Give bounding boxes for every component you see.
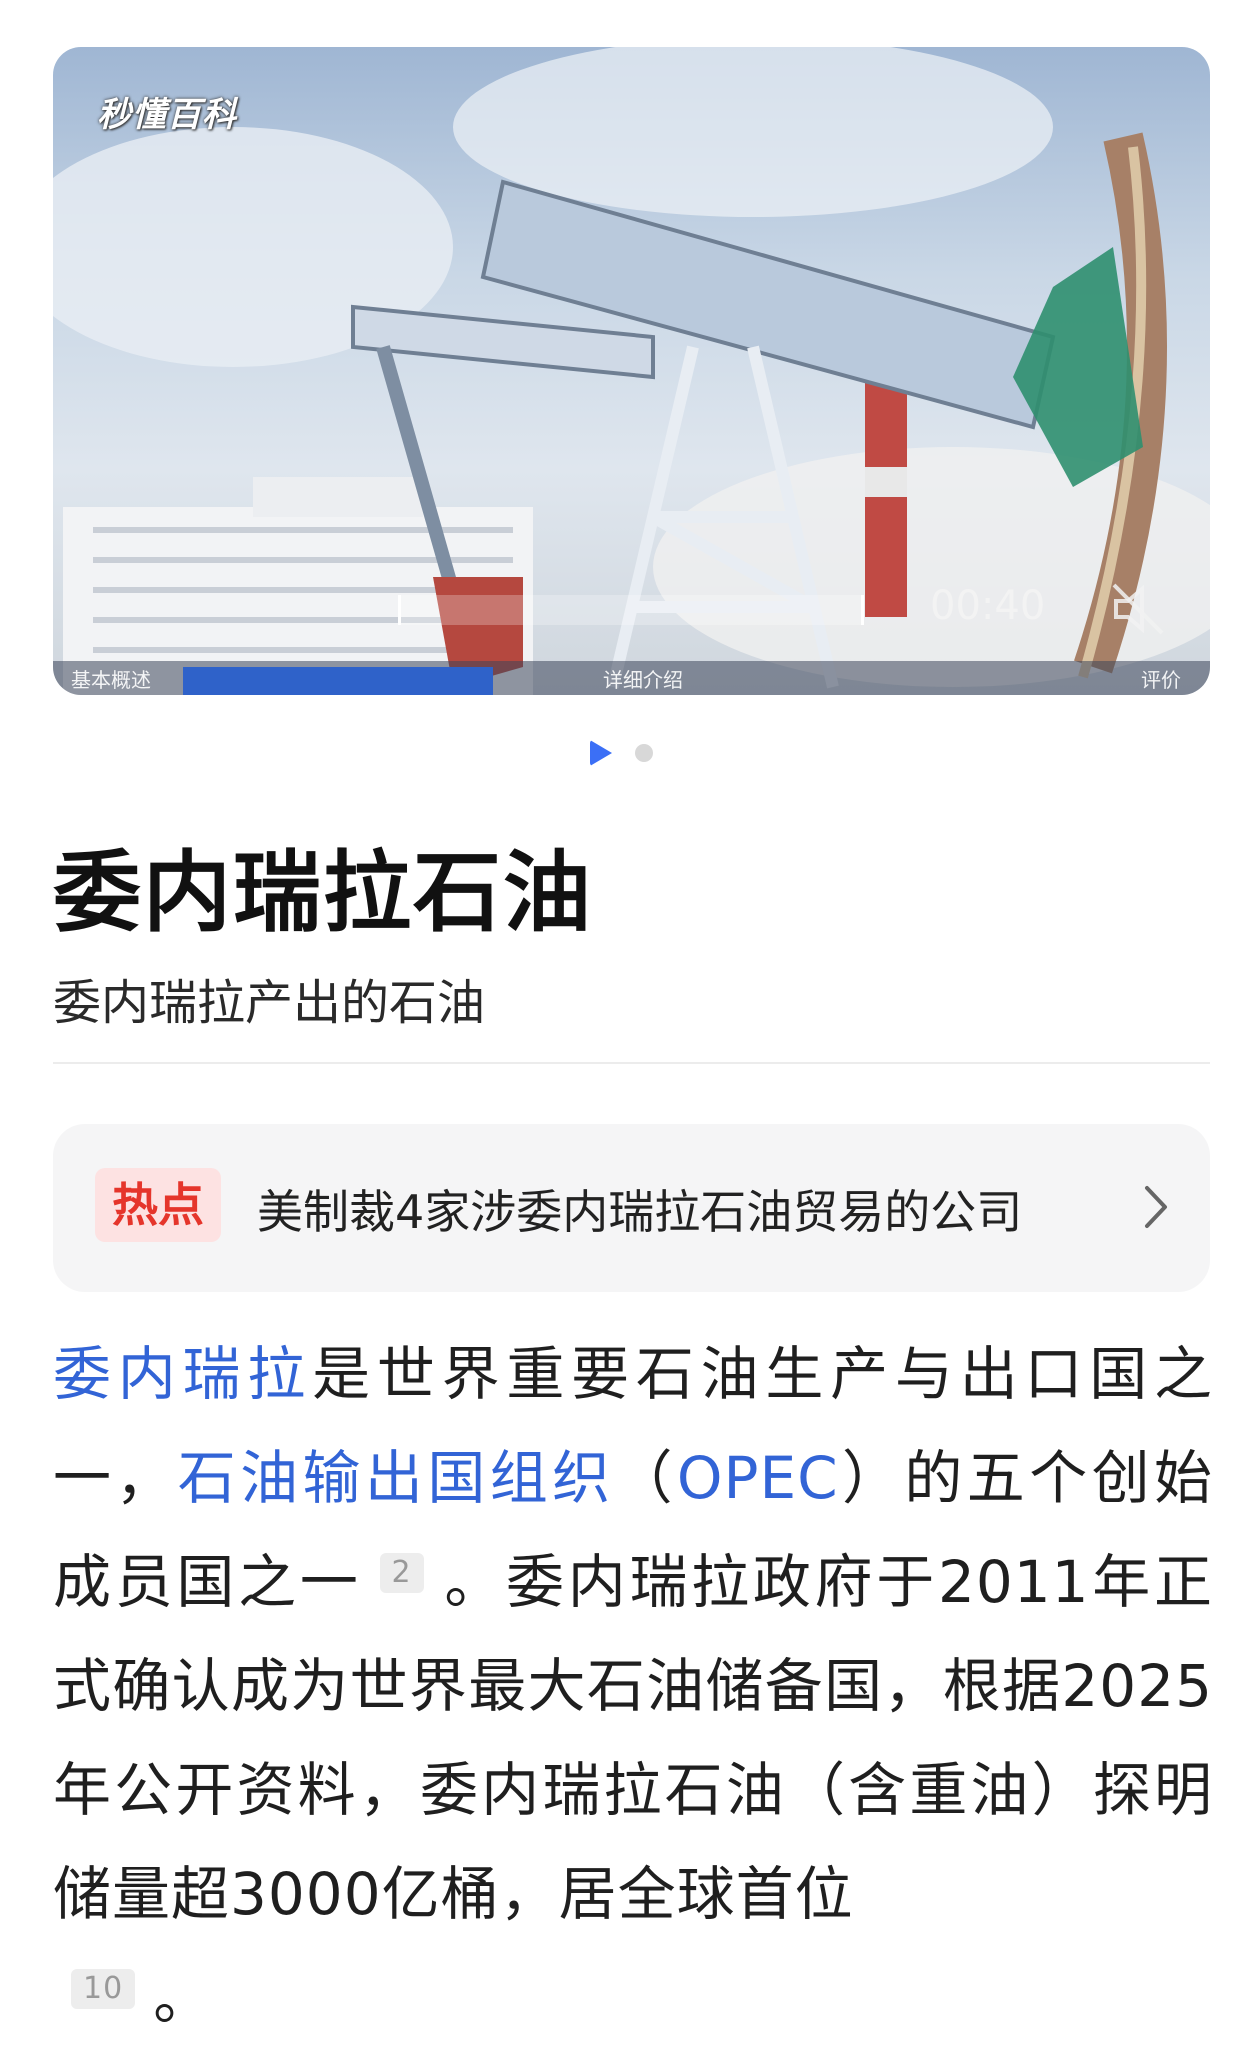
mute-icon[interactable] — [1106, 577, 1170, 641]
summary-paragraph: 委内瑞拉是世界重要石油生产与出口国之一，石油输出国组织（OPEC）的五个创始成员… — [53, 1322, 1213, 2050]
chapter-tab-review[interactable]: 评价 — [1141, 664, 1181, 693]
chapter-tab-overview[interactable]: 基本概述 — [71, 664, 151, 693]
video-scrubber[interactable] — [398, 595, 864, 625]
hot-badge: 热点 — [95, 1168, 221, 1242]
video-player[interactable]: 秒懂百科 00:40 基本概述 详细介绍 评价 — [53, 47, 1210, 695]
play-icon[interactable] — [590, 740, 612, 766]
reference-badge[interactable]: 2 — [379, 1552, 424, 1593]
link-venezuela[interactable]: 委内瑞拉 — [53, 1340, 312, 1408]
chevron-right-icon — [1145, 1186, 1167, 1228]
video-source-logo: 秒懂百科 — [97, 95, 237, 135]
paragraph-text: （ — [614, 1444, 677, 1512]
link-opec-org[interactable]: 石油输出国组织 — [178, 1444, 615, 1512]
paragraph-text: 。 — [153, 1964, 213, 2032]
link-opec-abbr[interactable]: OPEC — [677, 1444, 839, 1512]
hot-topic-card[interactable]: 热点 美制裁4家涉委内瑞拉石油贸易的公司 — [53, 1124, 1210, 1292]
video-chapter-bar: 基本概述 详细介绍 评价 — [53, 661, 1210, 695]
video-duration: 00:40 — [930, 583, 1046, 629]
reference-badge[interactable]: 10 — [71, 1968, 136, 2009]
page-title: 委内瑞拉石油 — [53, 841, 594, 944]
page-subtitle: 委内瑞拉产出的石油 — [53, 975, 486, 1031]
hot-topic-text: 美制裁4家涉委内瑞拉石油贸易的公司 — [257, 1185, 1023, 1239]
carousel-dot[interactable] — [635, 744, 653, 762]
video-progress-fill — [183, 667, 493, 695]
chapter-tab-details[interactable]: 详细介绍 — [603, 664, 683, 693]
carousel-indicator — [590, 738, 670, 768]
divider — [53, 1062, 1210, 1064]
